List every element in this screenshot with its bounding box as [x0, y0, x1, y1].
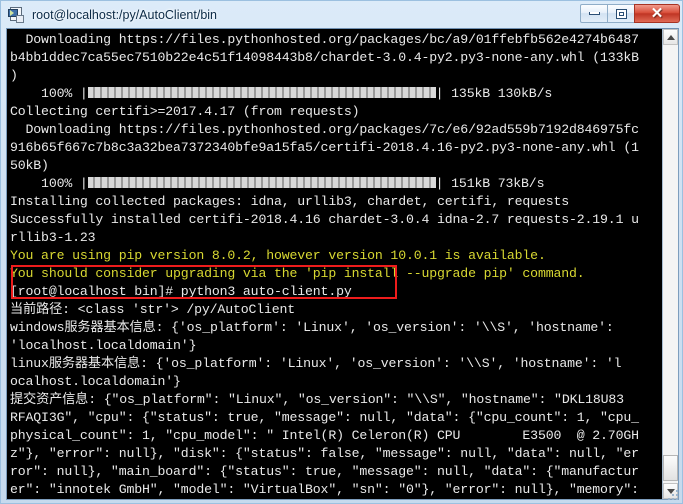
title-bar[interactable]: root@localhost:/py/AutoClient/bin ✕: [1, 1, 683, 28]
terminal-line: linux服务器基本信息: {'os_platform': 'Linux', '…: [10, 356, 622, 371]
scrollbar-track[interactable]: [663, 45, 678, 483]
vertical-scrollbar[interactable]: [662, 29, 678, 499]
terminal-window: root@localhost:/py/AutoClient/bin ✕ Down…: [0, 0, 683, 504]
terminal-line: physical_count": 1, "cpu_model": " Intel…: [10, 428, 639, 443]
minimize-icon: [588, 12, 600, 15]
close-button[interactable]: ✕: [634, 4, 680, 23]
terminal-line: 50kB): [10, 158, 49, 173]
terminal-line: RFAQI3G", "cpu": {"status": true, "messa…: [10, 410, 639, 425]
terminal-line: 提交资产信息: {"os_platform": "Linux", "os_ver…: [10, 392, 624, 407]
terminal-line: You should consider upgrading via the 'p…: [10, 266, 585, 281]
terminal-line: 100% | | 135kB 130kB/s: [10, 85, 662, 103]
terminal-line: 916b65f667c7b8c3a32bea7372340bfe9a15fa5/…: [10, 140, 639, 155]
minimize-button[interactable]: [580, 4, 608, 23]
window-controls: ✕: [580, 4, 680, 23]
terminal-line-text: 100% |: [10, 86, 88, 101]
putty-icon: [8, 6, 26, 24]
terminal-line-text: 100% |: [10, 176, 88, 191]
terminal-output[interactable]: Downloading https://files.pythonhosted.o…: [7, 29, 662, 499]
terminal-line: [root@localhost bin]# python3 auto-clien…: [10, 284, 352, 299]
progress-bar-fill: [87, 87, 436, 98]
scrollbar-thumb[interactable]: [663, 455, 678, 481]
terminal-line: z"}, "error": null}, "disk": {"status": …: [10, 446, 639, 461]
terminal-line: 100% | | 151kB 73kB/s: [10, 175, 662, 193]
terminal-line: 'localhost.localdomain'}: [10, 338, 197, 353]
terminal-line-suffix: | 135kB 130kB/s: [435, 86, 553, 101]
terminal-client-area: Downloading https://files.pythonhosted.o…: [6, 28, 679, 500]
terminal-line: rllib3-1.23: [10, 230, 96, 245]
terminal-line: b4bb1ddec7ca55ec7510b22e4c51f14098443b8/…: [10, 50, 639, 65]
close-icon: ✕: [650, 5, 664, 22]
window-title: root@localhost:/py/AutoClient/bin: [32, 7, 218, 22]
scroll-up-arrow-icon[interactable]: [663, 29, 678, 45]
terminal-line: Successfully installed certifi-2018.4.16…: [10, 212, 639, 227]
terminal-line: Downloading https://files.pythonhosted.o…: [10, 32, 640, 47]
terminal-line: ror": null}, "main_board": {"status": tr…: [10, 464, 639, 479]
progress-bar-fill: [87, 177, 436, 188]
terminal-line: 当前路径: <class 'str'> /py/AutoClient: [10, 302, 296, 317]
maximize-button[interactable]: [607, 4, 635, 23]
terminal-line: Installing collected packages: idna, url…: [10, 194, 569, 209]
terminal-line: Downloading https://files.pythonhosted.o…: [10, 122, 640, 137]
terminal-line: Collecting certifi>=2017.4.17 (from requ…: [10, 104, 360, 119]
terminal-line: You are using pip version 8.0.2, however…: [10, 248, 546, 263]
terminal-line: ): [10, 68, 18, 83]
maximize-icon: [615, 8, 627, 19]
terminal-line-suffix: | 151kB 73kB/s: [435, 176, 545, 191]
terminal-line: er": "innotek GmbH", "model": "VirtualBo…: [10, 482, 639, 497]
resize-grip[interactable]: [668, 490, 680, 502]
terminal-line: windows服务器基本信息: {'os_platform': 'Linux',…: [10, 320, 614, 335]
terminal-line: ocalhost.localdomain'}: [10, 374, 181, 389]
